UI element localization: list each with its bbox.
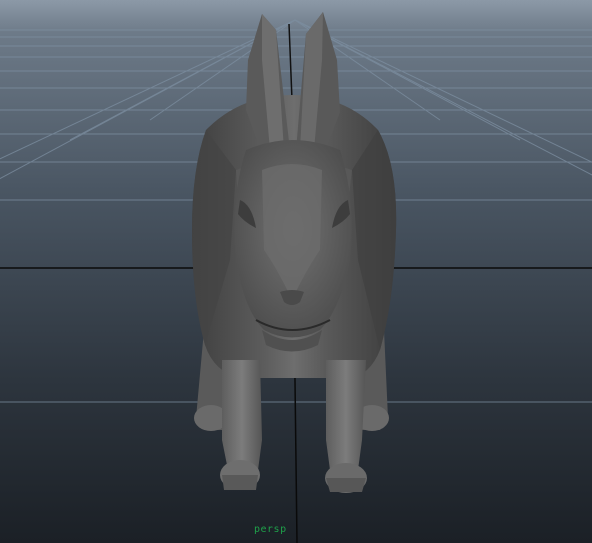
camera-name-label: persp	[254, 524, 287, 535]
viewport-panel[interactable]: persp	[0, 0, 592, 543]
perspective-view[interactable]	[0, 0, 592, 543]
